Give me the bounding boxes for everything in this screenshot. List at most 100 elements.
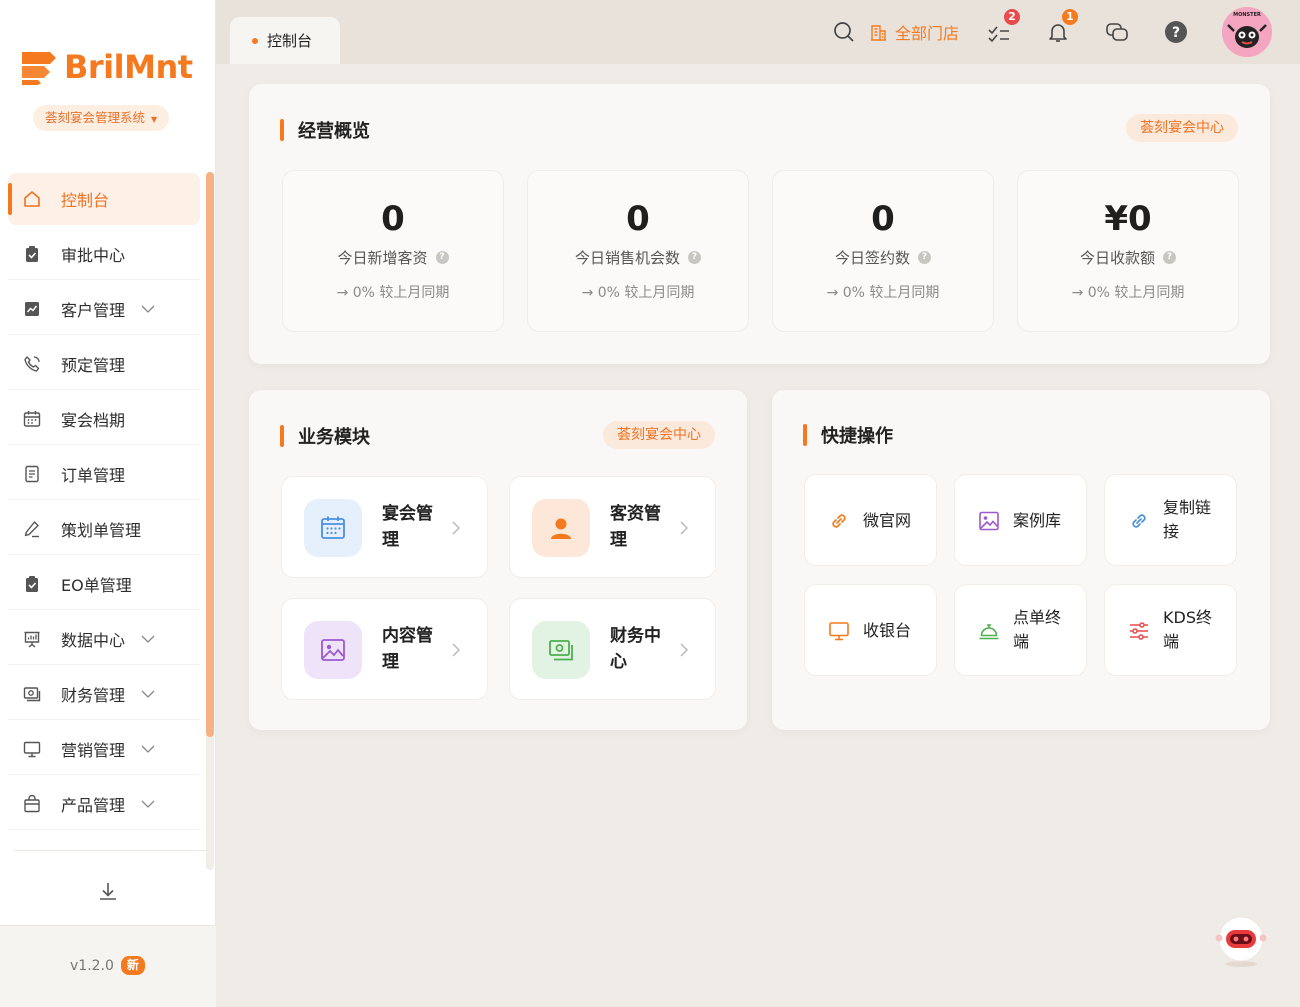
bag-icon	[22, 794, 42, 814]
notification-count-badge: 1	[1060, 7, 1080, 27]
sidebar-item-approval[interactable]: 审批中心	[8, 228, 200, 280]
tab-dashboard[interactable]: 控制台	[230, 17, 340, 64]
sidebar-item-dashboard[interactable]: 控制台	[8, 173, 200, 225]
quick-micro-site[interactable]: 微官网	[804, 474, 937, 566]
quick-label-line1: 复制链	[1163, 498, 1212, 517]
link-icon	[1132, 514, 1146, 528]
module-label-line2: 理	[610, 530, 627, 550]
help-icon[interactable]: ?	[918, 251, 931, 264]
version-info[interactable]: v1.2.0 新	[70, 956, 145, 975]
quick-label-line2: 接	[1163, 522, 1180, 541]
chevron-down-icon[interactable]	[140, 741, 156, 757]
sidebar-item-data-center[interactable]: 数据中心	[8, 613, 200, 665]
module-label: 财务中心	[610, 623, 674, 675]
module-banquet[interactable]: 宴会管理	[281, 476, 488, 578]
chat-icon[interactable]	[1105, 20, 1129, 44]
quick-label-line2: 端	[1163, 632, 1180, 651]
stat-contracts[interactable]: 0 今日签约数? → 0% 较上月同期	[772, 170, 994, 332]
stat-value: 0	[626, 199, 650, 239]
download-icon[interactable]	[97, 880, 119, 902]
caret-down-icon: ▼	[151, 115, 158, 124]
brand-mark-icon	[22, 52, 56, 85]
svg-text:?: ?	[1172, 25, 1180, 41]
quick-label-line1: KDS终	[1163, 608, 1212, 627]
quick-label: KDS终端	[1163, 606, 1212, 654]
sidebar-item-orders[interactable]: 订单管理	[8, 448, 200, 500]
help-icon[interactable]: ?	[1164, 20, 1188, 44]
quick-title-text: 快捷操作	[821, 426, 893, 447]
image-icon	[979, 511, 999, 531]
avatar[interactable]: MONSTER	[1222, 7, 1272, 57]
stat-new-leads[interactable]: 0 今日新增客资? → 0% 较上月同期	[282, 170, 504, 332]
module-finance[interactable]: 财务中心	[509, 598, 716, 700]
chevron-down-icon[interactable]	[140, 631, 156, 647]
sidebar-item-planning[interactable]: 策划单管理	[8, 503, 200, 555]
stat-collections[interactable]: ¥0 今日收款额? → 0% 较上月同期	[1017, 170, 1239, 332]
clipboard-check-icon	[22, 244, 42, 264]
sidebar-item-finance[interactable]: 财务管理	[8, 668, 200, 720]
sidebar: BrilMnt 荟刻宴会管理系统 ▼ 控制台 审批中心 客户管理 预定管理 宴会…	[0, 0, 216, 1007]
quick-copy-link[interactable]: 复制链接	[1104, 474, 1237, 566]
module-content[interactable]: 内容管理	[281, 598, 488, 700]
help-icon[interactable]: ?	[688, 251, 701, 264]
money-icon	[22, 684, 42, 704]
sidebar-item-label: 控制台	[61, 191, 110, 210]
pen-icon	[22, 519, 42, 539]
sidebar-item-schedule[interactable]: 宴会档期	[8, 393, 200, 445]
sidebar-scrollbar[interactable]	[206, 172, 214, 870]
quick-case-library[interactable]: 案例库	[954, 474, 1087, 566]
scrollbar-thumb[interactable]	[206, 172, 214, 737]
help-icon[interactable]: ?	[435, 251, 449, 264]
sidebar-item-label: 财务管理	[61, 685, 126, 705]
quick-label: 点单终端	[1013, 606, 1061, 654]
stat-value: 0	[871, 199, 895, 239]
system-selector[interactable]: 荟刻宴会管理系统 ▼	[33, 105, 170, 131]
module-label: 客资管理	[610, 501, 674, 553]
todo-count-badge: 2	[1002, 7, 1022, 27]
store-selector[interactable]: 全部门店	[870, 20, 959, 44]
ai-assistant-robot-icon[interactable]	[1212, 912, 1270, 968]
modules-center-tag[interactable]: 荟刻宴会中心	[603, 421, 715, 449]
search-icon[interactable]	[832, 20, 856, 44]
money-icon	[532, 621, 590, 679]
overview-center-tag[interactable]: 荟刻宴会中心	[1126, 114, 1238, 142]
chevron-down-icon[interactable]	[140, 301, 156, 317]
sidebar-item-reservation[interactable]: 预定管理	[8, 338, 200, 390]
chevron-down-icon[interactable]	[140, 796, 156, 812]
calendar-icon	[22, 409, 42, 429]
module-leads[interactable]: 客资管理	[509, 476, 716, 578]
sidebar-item-label: EO单管理	[61, 575, 132, 595]
quick-cashier[interactable]: 收银台	[804, 584, 937, 676]
calendar-icon	[304, 499, 362, 557]
quick-ordering-terminal[interactable]: 点单终端	[954, 584, 1087, 676]
sidebar-item-eo[interactable]: EO单管理	[8, 558, 200, 610]
stat-compare: → 0% 较上月同期	[826, 285, 940, 301]
document-icon	[22, 464, 42, 484]
tab-label: 控制台	[267, 32, 313, 50]
stat-value: 0	[381, 199, 405, 239]
title-accent-bar	[803, 424, 807, 446]
avatar-text: MONSTER	[1233, 12, 1261, 18]
module-label-line2: 心	[610, 652, 627, 672]
monitor-icon	[829, 622, 849, 641]
sidebar-item-marketing[interactable]: 营销管理	[8, 723, 200, 775]
sidebar-item-label: 数据中心	[61, 630, 126, 650]
sidebar-item-products[interactable]: 产品管理	[8, 778, 200, 830]
monitor-icon	[22, 739, 42, 759]
sidebar-item-label: 客户管理	[61, 300, 126, 320]
module-label-line1: 内容管	[382, 626, 433, 646]
stat-sales-opportunities[interactable]: 0 今日销售机会数? → 0% 较上月同期	[527, 170, 749, 332]
stat-compare: → 0% 较上月同期	[336, 285, 450, 301]
sidebar-item-label: 审批中心	[61, 245, 126, 265]
sidebar-item-label: 宴会档期	[61, 410, 126, 430]
chevron-right-icon	[680, 643, 689, 657]
active-tab-dot	[252, 37, 258, 44]
stat-compare: → 0% 较上月同期	[1071, 285, 1185, 301]
sidebar-item-customers[interactable]: 客户管理	[8, 283, 200, 335]
service-bell-icon	[979, 624, 999, 640]
help-icon[interactable]: ?	[1163, 251, 1176, 264]
quick-kds-terminal[interactable]: KDS终端	[1104, 584, 1237, 676]
home-icon	[22, 189, 42, 209]
chevron-down-icon[interactable]	[140, 686, 156, 702]
brand-logo[interactable]: BrilMnt	[20, 48, 193, 86]
